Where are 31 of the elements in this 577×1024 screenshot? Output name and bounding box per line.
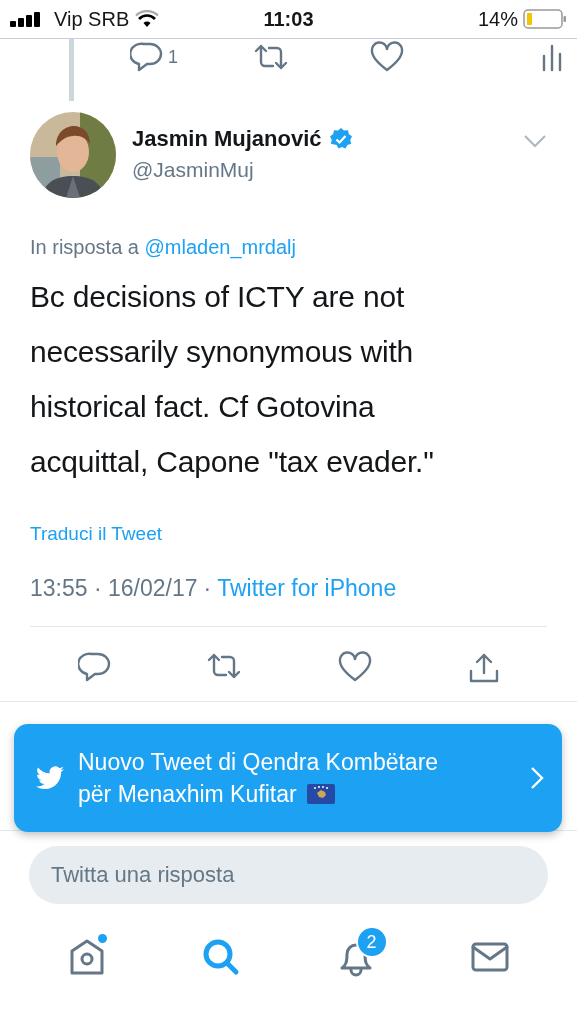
notification-count: 2 [355,926,388,958]
analytics-icon[interactable] [540,42,564,72]
heart-icon[interactable] [336,651,373,683]
reply-input-field[interactable]: Twitta una risposta [29,846,548,904]
reply-context: In risposta a [30,236,139,258]
clock-time: 11:03 [263,7,314,31]
heart-icon[interactable] [369,41,405,73]
bird-icon [36,766,64,790]
flag-icon [306,783,335,805]
banner-text: për Menaxhim Kufitar [78,780,297,809]
reply-count: 1 [168,46,178,68]
banner-text: Nuovo Tweet di Qendra Kombëtare [78,748,440,777]
new-tweet-banner[interactable]: Nuovo Tweet di Qendra Kombëtare për Menaxhim Kufitar [14,724,562,832]
retweet-icon[interactable] [206,651,243,681]
chevron-right-icon [530,766,544,790]
author-handle: @JasminMuj [132,158,255,182]
source-link[interactable]: Twitter for iPhone [217,575,397,602]
translate-link[interactable]: Traduci il Tweet [30,523,162,545]
author-name: Jasmin Mujanović [132,126,322,152]
separator-dot: · [203,575,212,602]
tweet-timestamp: 13:55 · 16/02/17 [30,575,198,602]
battery-percent: 14% [477,7,518,31]
share-icon[interactable] [467,651,501,685]
wifi-icon [135,10,160,28]
tweet-text: Bc decisions of ICTY are not necessarily synonymous with historical fact. Cf Gotovina acquittal, Capone "tax evader." [30,279,435,480]
reply-icon[interactable] [78,651,112,683]
battery-icon [523,9,567,29]
mention-link[interactable]: @mladen_mrdalj [144,236,296,258]
reply-icon[interactable] [130,41,164,73]
retweet-icon[interactable] [253,42,289,72]
carrier-name: Vip SRB [54,7,130,31]
